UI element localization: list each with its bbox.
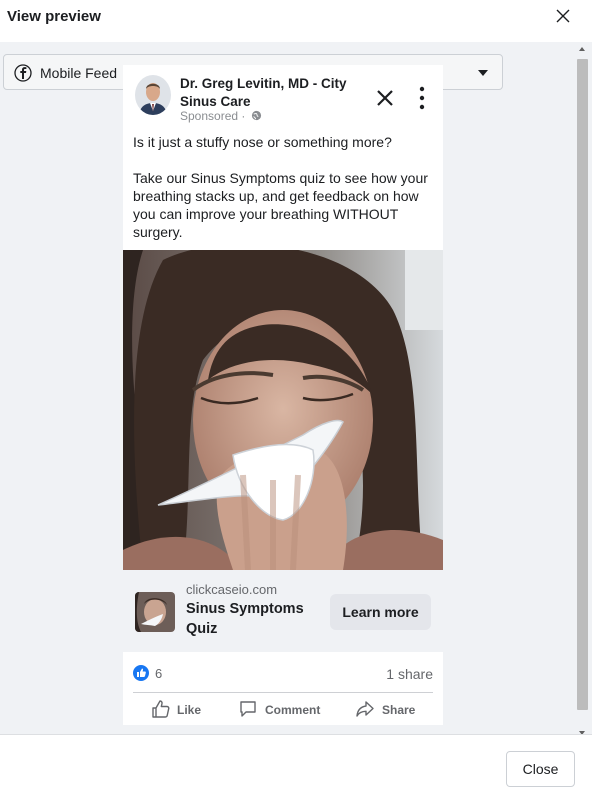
- comment-icon: [240, 701, 256, 717]
- preview-modal: View preview Mobile Feed Dr. Greg Leviti…: [0, 0, 592, 802]
- placement-value: Mobile Feed: [40, 65, 118, 81]
- like-reaction-icon: [133, 665, 149, 681]
- scrollbar-thumb[interactable]: [577, 59, 588, 710]
- page-avatar: [135, 75, 171, 115]
- modal-title: View preview: [7, 8, 101, 25]
- actions-divider: [133, 692, 433, 693]
- scroll-up-arrow-icon[interactable]: [578, 46, 586, 52]
- link-headline: Sinus Symptoms Quiz: [186, 601, 304, 637]
- close-icon[interactable]: [376, 89, 394, 107]
- comment-button[interactable]: Comment: [238, 697, 328, 723]
- share-button[interactable]: Share: [355, 697, 425, 723]
- like-label: Like: [177, 703, 202, 717]
- close-icon[interactable]: [554, 7, 572, 25]
- post-actions: Like Comment Share: [123, 697, 443, 725]
- ad-image[interactable]: [123, 250, 443, 570]
- more-vertical-icon[interactable]: [418, 86, 426, 110]
- link-preview-bar[interactable]: clickcaseio.com Sinus Symptoms Quiz Lear…: [123, 570, 443, 652]
- modal-header: View preview: [0, 0, 592, 42]
- page-name[interactable]: Dr. Greg Levitin, MD - City Sinus Care: [180, 75, 370, 111]
- close-button[interactable]: Close: [506, 751, 575, 787]
- globe-icon: [251, 110, 261, 121]
- caret-down-icon: [478, 70, 488, 76]
- link-thumbnail: [135, 592, 175, 632]
- sponsored-label: Sponsored ·: [180, 109, 262, 123]
- ad-preview-card: Dr. Greg Levitin, MD - City Sinus Care S…: [123, 65, 443, 725]
- ad-primary-text: Is it just a stuffy nose or something mo…: [133, 133, 433, 259]
- link-domain: clickcaseio.com: [186, 582, 278, 597]
- comment-label: Comment: [265, 703, 321, 717]
- like-button[interactable]: Like: [151, 697, 211, 723]
- sponsored-text: Sponsored ·: [180, 109, 246, 123]
- share-count[interactable]: 1 share: [386, 666, 433, 682]
- preview-area: Mobile Feed Dr. Greg Levitin, MD - City: [0, 42, 592, 734]
- reaction-count[interactable]: 6: [155, 666, 162, 681]
- primary-text-line-2: Take our Sinus Symptoms quiz to see how …: [133, 170, 428, 240]
- reactions-bar: 6 1 share: [133, 663, 433, 687]
- share-label: Share: [382, 703, 416, 717]
- modal-footer: Close: [0, 734, 592, 802]
- primary-text-line-1: Is it just a stuffy nose or something mo…: [133, 134, 392, 150]
- share-icon: [356, 701, 374, 717]
- thumbs-up-icon: [152, 700, 170, 718]
- facebook-icon: [14, 64, 32, 82]
- learn-more-button[interactable]: Learn more: [330, 594, 431, 630]
